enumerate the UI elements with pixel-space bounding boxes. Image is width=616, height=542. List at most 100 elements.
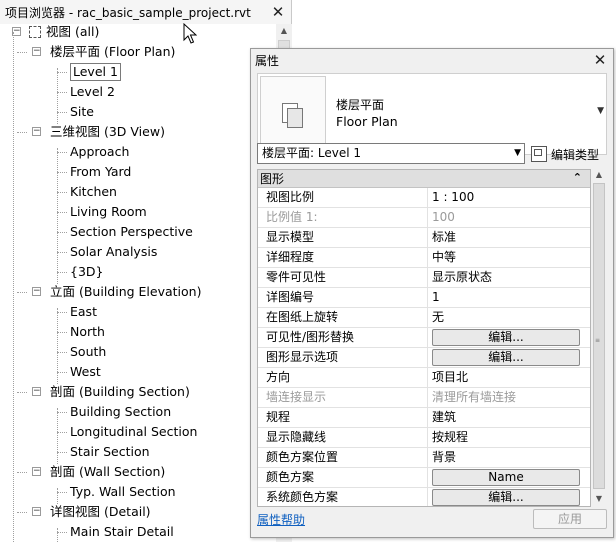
property-name: 在图纸上旋转	[258, 308, 428, 327]
tree-item-label: Stair Section	[70, 444, 150, 459]
tree-item-label: South	[70, 344, 107, 359]
properties-title: 属性	[255, 53, 280, 68]
tree-item-group[interactable]: 详图视图 (Detail)	[50, 502, 151, 522]
tree-collapse-icon[interactable]: −	[32, 127, 41, 136]
tree-connector-line	[17, 512, 27, 513]
tree-item-view[interactable]: East	[70, 302, 97, 322]
tree-item-label: West	[70, 364, 101, 379]
tree-connector-line	[57, 68, 58, 124]
scrollbar-grip-icon: ≡	[595, 337, 601, 344]
instance-filter-select[interactable]: 楼层平面: Level 1 ▼	[257, 143, 525, 164]
tree-item-group[interactable]: 视图 (all)	[46, 24, 99, 42]
tree-collapse-icon[interactable]: −	[32, 507, 41, 516]
tree-item-view[interactable]: North	[70, 322, 105, 342]
property-row: 显示隐藏线 按规程	[258, 428, 590, 448]
tree-item-view[interactable]: Site	[70, 102, 94, 122]
properties-scrollbar[interactable]: ▲ ≡ ▼	[591, 169, 607, 507]
property-value[interactable]: 1	[428, 288, 590, 307]
tree-connector-line	[57, 92, 67, 93]
project-browser-titlebar[interactable]: 项目浏览器 - rac_basic_sample_project.rvt ✕	[0, 0, 291, 24]
group-header-graphics[interactable]: 图形 ⌃	[258, 170, 590, 188]
property-value[interactable]: 无	[428, 308, 590, 327]
property-row: 详细程度 中等	[258, 248, 590, 268]
apply-button[interactable]: 应用	[533, 509, 607, 529]
tree-connector-line	[17, 292, 27, 293]
property-edit-button[interactable]: 编辑...	[432, 329, 580, 346]
tree-item-group[interactable]: 三维视图 (3D View)	[50, 122, 165, 142]
property-edit-button[interactable]: 编辑...	[432, 489, 580, 506]
property-row: 显示模型 标准	[258, 228, 590, 248]
tree-collapse-icon[interactable]: −	[32, 467, 41, 476]
instance-filter-value: 楼层平面: Level 1	[262, 146, 361, 160]
tree-item-label: Building Section	[70, 404, 172, 419]
property-value: 清理所有墙连接	[432, 390, 517, 404]
tree-item-view[interactable]: Approach	[70, 142, 129, 162]
property-name: 显示模型	[258, 228, 428, 247]
property-value[interactable]: 标准	[428, 228, 590, 247]
tree-connector-line	[57, 308, 58, 384]
project-browser-tree: − 视图 (all) − 楼层平面 (Floor Plan) Level 1 Level …	[0, 24, 276, 542]
tree-item-view[interactable]: Main Stair Detail	[70, 522, 174, 542]
scroll-up-arrow-icon[interactable]: ▲	[276, 24, 292, 38]
project-browser-title: 项目浏览器 - rac_basic_sample_project.rvt	[5, 5, 251, 20]
tree-connector-line	[57, 232, 67, 233]
tree-item-view[interactable]: Longitudinal Section	[70, 422, 197, 442]
tree-item-label: 详图视图 (Detail)	[50, 504, 151, 519]
type-dropdown-arrow-icon[interactable]: ▼	[597, 106, 604, 116]
properties-grid: 图形 ⌃ 视图比例 1 : 100 比例值 1: 100 显示模型 标准 详细程度 中等 零件可…	[257, 169, 591, 507]
tree-item-view[interactable]: From Yard	[70, 162, 131, 182]
chevron-down-icon: ▼	[514, 148, 521, 158]
tree-item-label: {3D}	[70, 264, 104, 279]
tree-collapse-icon[interactable]: −	[32, 287, 41, 296]
tree-item-view[interactable]: Level 2	[70, 82, 115, 102]
property-value[interactable]: 建筑	[428, 408, 590, 427]
property-value[interactable]: 中等	[428, 248, 590, 267]
edit-type-button[interactable]: 编辑类型	[531, 144, 599, 164]
tree-item-view[interactable]: West	[70, 362, 101, 382]
scroll-down-arrow-icon[interactable]: ▼	[591, 493, 607, 505]
property-value: 编辑...	[428, 328, 590, 347]
tree-connector-line	[57, 408, 58, 464]
tree-collapse-icon[interactable]: −	[32, 47, 41, 56]
tree-item-view[interactable]: {3D}	[70, 262, 103, 282]
tree-item-view[interactable]: Solar Analysis	[70, 242, 157, 262]
tree-item-view[interactable]: Section Perspective	[70, 222, 193, 242]
property-value[interactable]: 1 : 100	[428, 188, 590, 207]
property-value[interactable]: 项目北	[428, 368, 590, 387]
property-name: 颜色方案位置	[258, 448, 428, 467]
tree-item-view[interactable]: Kitchen	[70, 182, 117, 202]
mouse-cursor-icon	[183, 23, 197, 44]
tree-item-group[interactable]: 剖面 (Wall Section)	[50, 462, 165, 482]
property-name: 零件可见性	[258, 268, 428, 287]
tree-item-label: Solar Analysis	[70, 244, 158, 259]
scroll-up-arrow-icon[interactable]: ▲	[591, 169, 607, 181]
tree-item-view[interactable]: Building Section	[70, 402, 171, 422]
tree-item-label: Site	[70, 104, 94, 119]
property-edit-button[interactable]: 编辑...	[432, 349, 580, 366]
property-value[interactable]: 背景	[428, 448, 590, 467]
property-value[interactable]: 按规程	[428, 428, 590, 447]
property-name: 详细程度	[258, 248, 428, 267]
scrollbar-thumb[interactable]	[593, 183, 605, 489]
project-browser-close-icon[interactable]: ✕	[269, 3, 287, 21]
properties-close-icon[interactable]: ✕	[591, 51, 609, 69]
tree-connector-line	[17, 132, 27, 133]
property-value[interactable]: 显示原状态	[428, 268, 590, 287]
properties-titlebar[interactable]: 属性 ✕	[251, 49, 613, 71]
tree-item-view[interactable]: Typ. Wall Section	[70, 482, 176, 502]
tree-connector-line	[17, 392, 27, 393]
tree-item-group[interactable]: 楼层平面 (Floor Plan)	[50, 42, 175, 62]
tree-item-view[interactable]: South	[70, 342, 106, 362]
tree-item-group[interactable]: 立面 (Building Elevation)	[50, 282, 201, 302]
collapse-icon[interactable]: ⌃	[573, 171, 582, 184]
tree-collapse-icon[interactable]: −	[32, 387, 41, 396]
property-name: 显示隐藏线	[258, 428, 428, 447]
tree-item-view[interactable]: Living Room	[70, 202, 147, 222]
tree-item-view[interactable]: Stair Section	[70, 442, 150, 462]
properties-palette: 属性 ✕ 楼层平面 Floor Plan ▼ 楼层平面: Level 1 ▼ 编…	[250, 48, 614, 538]
property-edit-button[interactable]: Name	[432, 469, 580, 486]
tree-item-group[interactable]: 剖面 (Building Section)	[50, 382, 190, 402]
property-row: 墙连接显示 清理所有墙连接	[258, 388, 590, 408]
tree-item-view[interactable]: Level 1	[70, 62, 121, 82]
properties-help-link[interactable]: 属性帮助	[257, 511, 305, 528]
